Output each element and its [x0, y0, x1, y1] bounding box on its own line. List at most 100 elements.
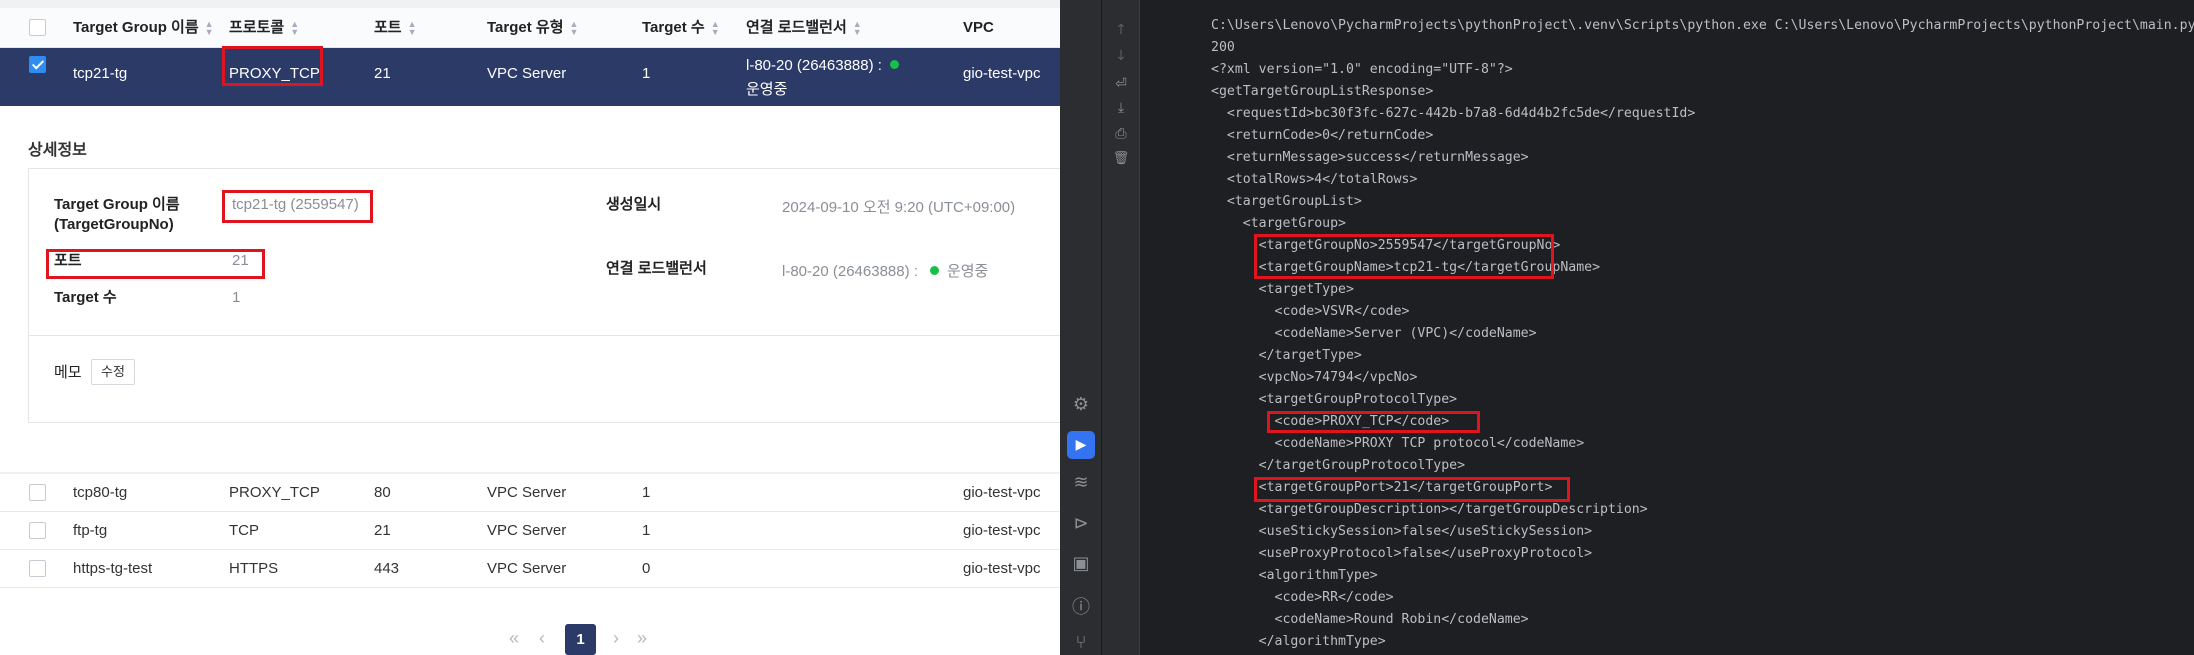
ide-tool-strip: ⚙ ▶ ≋ ⊳ ▣ ⓘ ⑂ [1060, 0, 1102, 655]
column-header-label: Target 유형 [487, 19, 564, 36]
row-name: tcp21-tg [73, 65, 128, 82]
target-group-panel: Target Group 이름 ▲ ▼ 프로토콜 ▲ ▼ 포트 ▲ ▼ Target 유형 ▲… [0, 0, 1060, 655]
row-protocol: HTTPS [229, 560, 279, 577]
console-line: <codeName>Round Robin</codeName> [1211, 612, 1529, 627]
last-page-button[interactable]: » [637, 628, 647, 649]
table-row[interactable]: https-tg-test HTTPS 443 VPC Server 0 gio… [0, 550, 1060, 588]
row-target-type: VPC Server [487, 65, 567, 82]
arrow-up-icon[interactable]: ↑ [1106, 22, 1136, 38]
detail-lb-value: l-80-20 (26463888) : 운영중 [782, 260, 988, 281]
row-name: tcp80-tg [73, 484, 128, 501]
console-line: <?xml version="1.0" encoding="UTF-8"?> [1211, 62, 1513, 77]
column-header-port[interactable]: 포트 ▲ ▼ [374, 8, 417, 48]
highlight-box [222, 46, 323, 86]
console-line: <targetGroupList> [1211, 194, 1362, 209]
row-checkbox[interactable] [29, 522, 46, 539]
ide-window: ⚙ ▶ ≋ ⊳ ▣ ⓘ ⑂ ↑ ↓ ⏎ ⤓ ⎙ 🗑 C:\Users\Lenov… [1060, 0, 2194, 655]
terminal-icon[interactable]: ▣ [1066, 553, 1096, 574]
print-icon[interactable]: ⎙ [1106, 126, 1136, 142]
column-header-label: Target Group 이름 [73, 19, 199, 36]
load-balancer-status: 운영중 [746, 81, 788, 98]
row-target-count: 1 [642, 65, 651, 82]
console-line: </algorithmType> [1211, 634, 1386, 649]
trash-icon[interactable]: 🗑 [1106, 151, 1136, 166]
soft-wrap-icon[interactable]: ⏎ [1106, 76, 1136, 92]
row-target-type: VPC Server [487, 522, 567, 539]
table-row[interactable]: tcp80-tg PROXY_TCP 80 VPC Server 1 gio-t… [0, 474, 1060, 512]
status-dot-icon [889, 60, 899, 69]
console-line: <codeName>PROXY TCP protocol</codeName> [1211, 436, 1585, 451]
row-name: https-tg-test [73, 560, 153, 577]
detail-name-label-line1: Target Group 이름 [54, 196, 180, 213]
column-header-load-balancer[interactable]: 연결 로드밸런서 ▲ ▼ [746, 8, 862, 48]
row-port: 443 [374, 560, 400, 577]
highlight-box [1267, 411, 1480, 433]
sort-icon: ▲ ▼ [290, 19, 300, 38]
detail-lb-name: l-80-20 (26463888) : [782, 263, 918, 280]
console-line: </targetGroupProtocolType> [1211, 458, 1466, 473]
row-vpc: gio-test-vpc [963, 65, 1041, 82]
detail-title: 상세정보 [28, 142, 87, 159]
sort-icon: ▲ ▼ [710, 19, 720, 38]
arrow-down-icon[interactable]: ↓ [1106, 48, 1136, 64]
console-line: <code>VSVR</code> [1211, 304, 1410, 319]
console-line: <code>RR</code> [1211, 590, 1394, 605]
console-line: <requestId>bc30f3fc-627c-442b-b7a8-6d4d4… [1211, 106, 1696, 121]
python-console-icon[interactable]: ⚙ [1066, 394, 1096, 415]
row-checkbox[interactable] [29, 484, 46, 501]
git-icon[interactable]: ⑂ [1066, 632, 1096, 653]
row-load-balancer: l-80-20 (26463888) : [746, 57, 899, 74]
run-icon[interactable]: ▶ [1067, 431, 1095, 459]
detail-lb-label: 연결 로드밸런서 [606, 260, 707, 277]
console-line: <returnMessage>success</returnMessage> [1211, 150, 1529, 165]
row-target-count: 1 [642, 484, 651, 501]
detail-count-label: Target 수 [54, 289, 117, 306]
console-line: <targetGroup> [1211, 216, 1346, 231]
table-row[interactable]: ftp-tg TCP 21 VPC Server 1 gio-test-vpc [0, 512, 1060, 550]
row-name: ftp-tg [73, 522, 108, 539]
detail-divider [29, 335, 1060, 336]
highlight-box [1254, 234, 1554, 279]
scroll-to-end-icon[interactable]: ⤓ [1106, 100, 1136, 116]
console-line: <algorithmType> [1211, 568, 1378, 583]
memo-edit-button[interactable]: 수정 [91, 359, 135, 385]
column-header-label: 포트 [374, 19, 402, 36]
row-checkbox[interactable] [29, 560, 46, 577]
console-line: <useStickySession>false</useStickySessio… [1211, 524, 1593, 539]
row-checkbox[interactable] [29, 56, 46, 73]
highlight-box [1254, 477, 1570, 502]
sort-icon: ▲ ▼ [407, 19, 417, 38]
column-header-label: Target 수 [642, 19, 705, 36]
row-target-type: VPC Server [487, 484, 567, 501]
row-target-count: 0 [642, 560, 651, 577]
console-line: <targetGroupDescription></targetGroupDes… [1211, 502, 1648, 517]
row-vpc: gio-test-vpc [963, 522, 1041, 539]
load-balancer-name: l-80-20 (26463888) : [746, 57, 882, 74]
first-page-button[interactable]: « [509, 628, 519, 649]
detail-name-label-line2: (TargetGroupNo) [54, 216, 174, 233]
detail-lb-status: 운영중 [946, 263, 989, 280]
column-header-target-count[interactable]: Target 수 ▲ ▼ [642, 8, 720, 48]
prev-page-button[interactable]: ‹ [539, 628, 545, 649]
detail-panel: Target Group 이름 (TargetGroupNo) tcp21-tg … [28, 168, 1060, 423]
detail-name-label: Target Group 이름 (TargetGroupNo) [54, 195, 180, 235]
console-line: <codeName>Server (VPC)</codeName> [1211, 326, 1537, 341]
table-row-selected[interactable]: tcp21-tg PROXY_TCP 21 VPC Server 1 l-80-… [0, 48, 1060, 106]
run-toolbar: ↑ ↓ ⏎ ⤓ ⎙ 🗑 [1102, 0, 1140, 655]
console-line: 200 [1211, 40, 1235, 55]
column-header-label: 프로토콜 [229, 19, 285, 36]
select-all-checkbox[interactable] [29, 19, 46, 36]
sort-icon: ▲ ▼ [204, 19, 214, 38]
layers-icon[interactable]: ≋ [1066, 472, 1096, 493]
services-icon[interactable]: ⊳ [1066, 513, 1096, 534]
column-header-target-type[interactable]: Target 유형 ▲ ▼ [487, 8, 578, 48]
column-header-protocol[interactable]: 프로토콜 ▲ ▼ [229, 8, 299, 48]
column-header-name[interactable]: Target Group 이름 ▲ ▼ [73, 8, 214, 48]
run-console-output[interactable]: C:\Users\Lenovo\PycharmProjects\pythonPr… [1140, 0, 2194, 655]
sort-icon: ▲ ▼ [852, 19, 862, 38]
next-page-button[interactable]: › [613, 628, 619, 649]
console-line: <targetType> [1211, 282, 1354, 297]
page-1-button[interactable]: 1 [565, 624, 596, 655]
column-header-vpc[interactable]: VPC [963, 8, 994, 48]
problems-icon[interactable]: ⓘ [1066, 593, 1096, 619]
